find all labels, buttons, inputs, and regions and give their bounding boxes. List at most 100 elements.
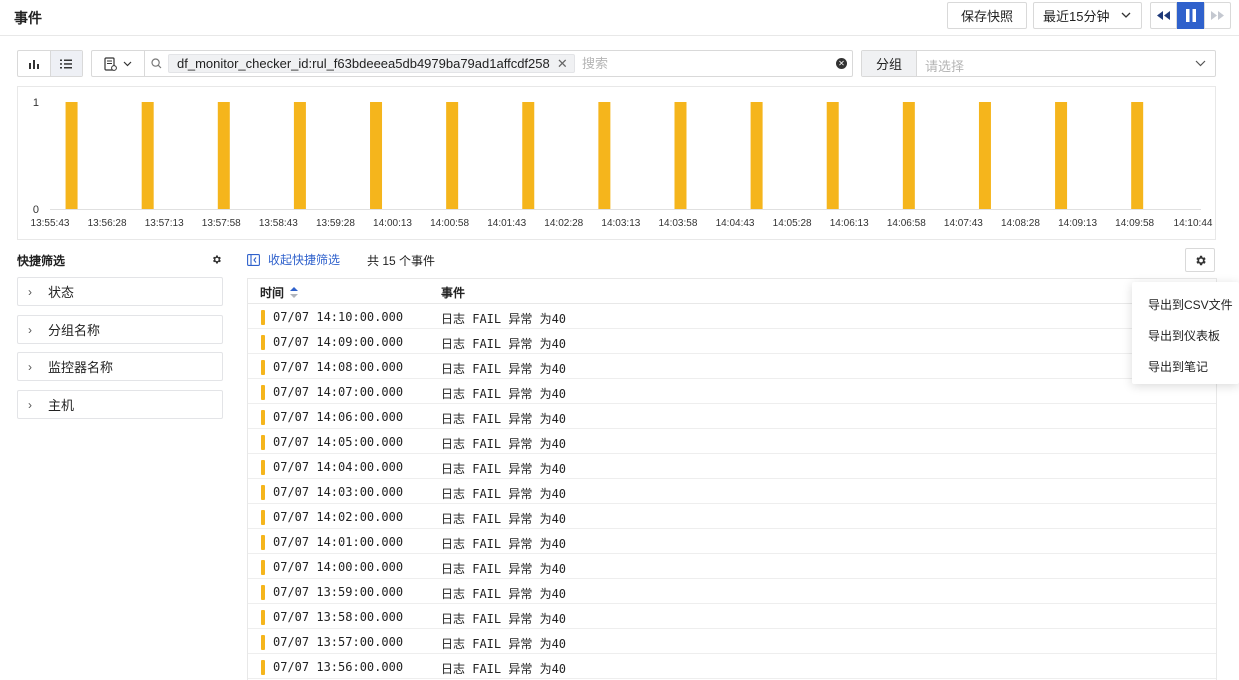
chart-bar <box>370 102 383 209</box>
export-notes-item[interactable]: 导出到笔记 <box>1148 358 1208 375</box>
event-description: 日志 FAIL 异常 为40 <box>441 462 567 476</box>
x-tick-label: 14:09:13 <box>1058 218 1097 229</box>
table-row[interactable]: 07/07 14:04:00.000 日志 FAIL 异常 为40 <box>248 454 1216 479</box>
export-csv-item[interactable]: 导出到CSV文件 <box>1148 296 1233 313</box>
event-time: 07/07 13:57:00.000 <box>273 635 404 649</box>
x-tick-label: 14:00:13 <box>373 218 412 229</box>
table-row[interactable]: 07/07 14:05:00.000 日志 FAIL 异常 为40 <box>248 429 1216 454</box>
event-column-header: 事件 <box>441 284 465 301</box>
chart-bar <box>522 102 535 209</box>
event-time: 07/07 14:02:00.000 <box>273 510 404 524</box>
gear-icon <box>1195 255 1206 265</box>
table-settings-button[interactable] <box>1185 248 1215 272</box>
status-indicator <box>261 660 265 675</box>
table-row[interactable]: 07/07 14:01:00.000 日志 FAIL 异常 为40 <box>248 529 1216 554</box>
chart-bar <box>217 102 230 209</box>
event-description: 日志 FAIL 异常 为40 <box>441 512 567 526</box>
event-description: 日志 FAIL 异常 为40 <box>441 637 567 651</box>
x-tick-label: 14:00:58 <box>430 218 469 229</box>
close-icon[interactable]: ✕ <box>557 55 568 72</box>
export-menu: 导出到CSV文件 导出到仪表板 导出到笔记 <box>1132 282 1239 384</box>
table-row[interactable]: 07/07 14:07:00.000 日志 FAIL 异常 为40 <box>248 379 1216 404</box>
status-indicator <box>261 535 265 550</box>
table-row[interactable]: 07/07 14:02:00.000 日志 FAIL 异常 为40 <box>248 504 1216 529</box>
rewind-icon <box>1157 11 1170 20</box>
time-range-select[interactable]: 最近15分钟 <box>1033 2 1142 29</box>
x-tick-label: 14:03:13 <box>601 218 640 229</box>
x-tick-label: 14:10:44 <box>1174 218 1213 229</box>
sort-icon[interactable] <box>290 287 299 298</box>
histogram-svg: 0 1 13:55:43 13:56:28 13:57:13 13:57:58 13:58:… <box>31 97 1213 229</box>
list-view-button[interactable] <box>49 51 82 76</box>
event-time: 07/07 14:05:00.000 <box>273 435 404 449</box>
event-time: 07/07 14:08:00.000 <box>273 360 404 374</box>
table-row[interactable]: 07/07 13:57:00.000 日志 FAIL 异常 为40 <box>248 629 1216 654</box>
table-row[interactable]: 07/07 14:03:00.000 日志 FAIL 异常 为40 <box>248 479 1216 504</box>
x-tick-label: 14:03:58 <box>658 218 697 229</box>
event-description: 日志 FAIL 异常 为40 <box>441 337 567 351</box>
x-tick-label: 14:07:43 <box>944 218 983 229</box>
chart-bar <box>446 102 459 209</box>
event-description: 日志 FAIL 异常 为40 <box>441 487 567 501</box>
clear-icon[interactable]: ✕ <box>836 58 847 69</box>
rewind-button[interactable] <box>1150 2 1177 29</box>
event-time: 07/07 14:07:00.000 <box>273 385 404 399</box>
status-indicator <box>261 585 265 600</box>
time-column-header[interactable]: 时间 <box>260 284 299 301</box>
chevron-down-icon <box>1121 12 1131 18</box>
x-tick-label: 14:08:28 <box>1001 218 1040 229</box>
chart-bar <box>902 102 915 209</box>
chart-bar <box>1055 102 1068 209</box>
table-row[interactable]: 07/07 13:56:00.000 日志 FAIL 异常 为40 <box>248 654 1216 679</box>
table-row[interactable]: 07/07 14:08:00.000 日志 FAIL 异常 为40 <box>248 354 1216 379</box>
chart-bar <box>293 102 306 209</box>
bar-chart-icon <box>28 59 39 69</box>
source-select[interactable] <box>92 51 145 76</box>
table-row[interactable]: 07/07 13:59:00.000 日志 FAIL 异常 为40 <box>248 579 1216 604</box>
status-indicator <box>261 560 265 575</box>
group-by-select[interactable]: 分组 请选择 <box>861 50 1216 77</box>
event-description: 日志 FAIL 异常 为40 <box>441 362 567 376</box>
filter-tag[interactable]: df_monitor_checker_id:rul_f63bdeeea5db49… <box>168 54 575 73</box>
gear-icon[interactable] <box>211 254 222 265</box>
collapse-panel-icon <box>247 253 260 266</box>
table-row[interactable]: 07/07 14:06:00.000 日志 FAIL 异常 为40 <box>248 404 1216 429</box>
chart-bar <box>141 102 154 209</box>
x-tick-label: 13:58:43 <box>259 218 298 229</box>
group-by-placeholder: 请选择 <box>925 59 965 74</box>
event-time: 07/07 14:06:00.000 <box>273 410 404 424</box>
y-tick-label: 1 <box>33 97 39 109</box>
document-icon <box>104 56 117 71</box>
top-bar: 事件 保存快照 最近15分钟 <box>0 0 1239 36</box>
event-description: 日志 FAIL 异常 为40 <box>441 412 567 426</box>
event-count: 共 15 个事件 <box>367 254 436 268</box>
event-description: 日志 FAIL 异常 为40 <box>441 312 567 326</box>
table-row[interactable]: 07/07 14:09:00.000 日志 FAIL 异常 为40 <box>248 329 1216 354</box>
search-bar: df_monitor_checker_id:rul_f63bdeeea5db49… <box>91 50 853 77</box>
export-dashboard-item[interactable]: 导出到仪表板 <box>1148 327 1220 344</box>
event-time: 07/07 14:09:00.000 <box>273 335 404 349</box>
table-row[interactable]: 07/07 14:00:00.000 日志 FAIL 异常 为40 <box>248 554 1216 579</box>
time-range-label: 最近15分钟 <box>1043 9 1110 24</box>
quick-filter-group-name[interactable]: › 分组名称 <box>17 315 223 344</box>
quick-filter-title: 快捷筛选 <box>17 254 66 268</box>
chart-bar <box>750 102 763 209</box>
table-row[interactable]: 07/07 14:10:00.000 日志 FAIL 异常 为40 <box>248 304 1216 329</box>
event-description: 日志 FAIL 异常 为40 <box>441 387 567 401</box>
save-snapshot-button[interactable]: 保存快照 <box>947 2 1027 29</box>
collapse-quick-filter-button[interactable]: 收起快捷筛选 <box>247 251 340 268</box>
collapse-quick-filter-label: 收起快捷筛选 <box>268 253 341 267</box>
x-tick-label: 14:05:28 <box>773 218 812 229</box>
quick-filter-monitor-name[interactable]: › 监控器名称 <box>17 352 223 381</box>
chart-view-button[interactable] <box>18 51 50 76</box>
table-row[interactable]: 07/07 13:58:00.000 日志 FAIL 异常 为40 <box>248 604 1216 629</box>
fast-forward-button[interactable] <box>1204 2 1231 29</box>
events-table: 时间 事件 07/07 14:10:00.000 日志 FAIL 异常 为40 07… <box>247 278 1217 680</box>
quick-filter-host[interactable]: › 主机 <box>17 390 223 419</box>
search-input[interactable] <box>582 55 822 72</box>
pause-button[interactable] <box>1177 2 1204 29</box>
chevron-down-icon <box>123 61 132 66</box>
event-description: 日志 FAIL 异常 为40 <box>441 612 567 626</box>
quick-filter-status[interactable]: › 状态 <box>17 277 223 306</box>
fast-forward-icon <box>1211 11 1224 20</box>
